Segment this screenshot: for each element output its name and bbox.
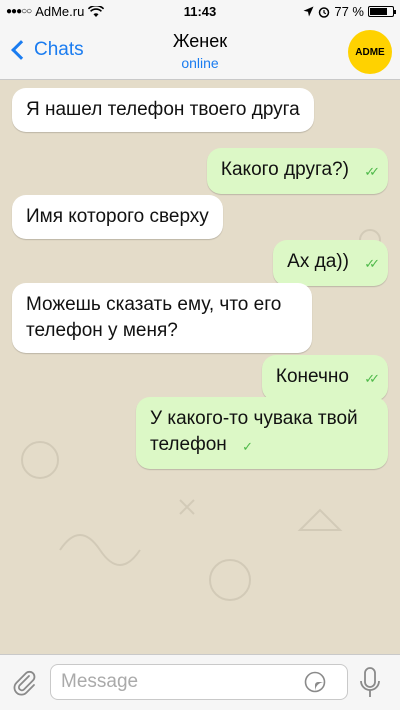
battery-level bbox=[370, 8, 387, 15]
message-text: У какого-то чувака твой телефон bbox=[150, 408, 358, 455]
location-icon bbox=[303, 6, 314, 17]
battery-label: 77 % bbox=[334, 4, 364, 19]
message-outgoing[interactable]: У какого-то чувака твой телефон ✓ bbox=[136, 397, 388, 469]
sticker-icon[interactable] bbox=[304, 671, 326, 693]
message-incoming[interactable]: Имя которого сверху bbox=[12, 195, 223, 239]
message-outgoing[interactable]: Конечно ✓✓ bbox=[261, 355, 388, 401]
message-text: Конечно bbox=[275, 366, 349, 387]
message-text: Можешь сказать ему, что его телефон у ме… bbox=[26, 294, 282, 341]
read-ticks-icon: ✓✓ bbox=[364, 164, 380, 179]
message-text: Я нашел телефон твоего друга bbox=[26, 99, 300, 120]
alarm-icon bbox=[319, 6, 330, 18]
contact-name: Женек bbox=[172, 31, 228, 51]
chat-header: Chats Женек online ADME bbox=[0, 22, 400, 80]
microphone-icon[interactable] bbox=[358, 666, 382, 700]
message-incoming[interactable]: Я нашел телефон твоего друга bbox=[12, 88, 314, 132]
message-incoming[interactable]: Можешь сказать ему, что его телефон у ме… bbox=[12, 283, 312, 353]
contact-info[interactable]: Женек online bbox=[0, 31, 400, 71]
avatar[interactable]: ADME bbox=[348, 30, 392, 74]
read-ticks-icon: ✓✓ bbox=[364, 256, 380, 271]
status-bar: ●●●○○ AdMe.ru 11:43 77 % bbox=[0, 0, 400, 22]
paperclip-icon[interactable] bbox=[10, 668, 38, 696]
message-outgoing[interactable]: Ах да)) ✓✓ bbox=[273, 240, 388, 286]
message-text: Имя которого сверху bbox=[26, 206, 209, 227]
delivered-tick-icon: ✓ bbox=[242, 439, 253, 454]
input-bar bbox=[0, 654, 400, 710]
contact-status: online bbox=[181, 55, 219, 71]
chat-area[interactable]: Я нашел телефон твоего друга Какого друг… bbox=[0, 80, 400, 654]
status-right: 77 % bbox=[303, 4, 396, 19]
message-text: Ах да)) bbox=[287, 251, 349, 272]
avatar-text: ADME bbox=[355, 46, 385, 58]
message-outgoing[interactable]: Какого друга?) ✓✓ bbox=[206, 148, 388, 194]
message-text: Какого друга?) bbox=[220, 159, 349, 180]
battery-icon bbox=[368, 6, 396, 17]
read-ticks-icon: ✓✓ bbox=[364, 371, 380, 386]
